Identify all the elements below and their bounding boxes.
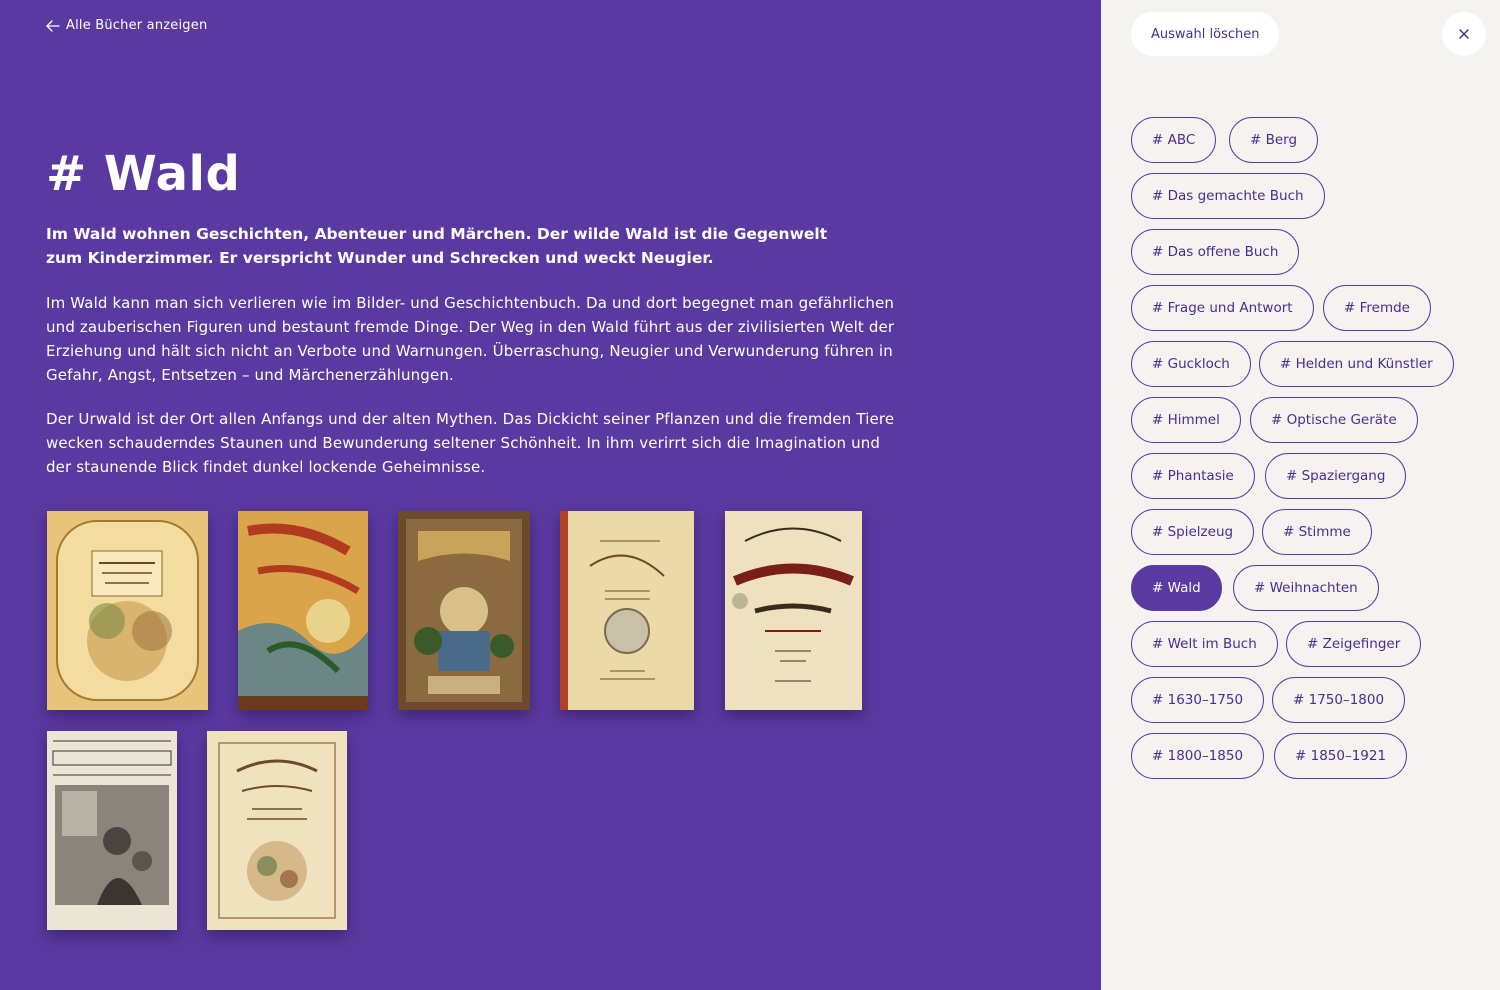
arrow-left-icon bbox=[46, 19, 60, 32]
book-cover-2[interactable] bbox=[238, 511, 368, 710]
book-cover-illustration bbox=[560, 511, 694, 710]
tag-spaziergang[interactable]: # Spaziergang bbox=[1265, 453, 1407, 499]
book-cover-illustration bbox=[238, 511, 368, 710]
tag-guckloch[interactable]: # Guckloch bbox=[1131, 341, 1251, 387]
tag-zeigefinger[interactable]: # Zeigefinger bbox=[1286, 621, 1422, 667]
tag-stimme[interactable]: # Stimme bbox=[1262, 509, 1372, 555]
page-lead: Im Wald wohnen Geschichten, Abenteuer un… bbox=[46, 225, 828, 267]
tag-1750-1800[interactable]: # 1750–1800 bbox=[1272, 677, 1406, 723]
book-cover-5[interactable] bbox=[725, 511, 862, 710]
book-cover-illustration bbox=[47, 511, 208, 710]
book-cover-illustration bbox=[47, 731, 177, 930]
book-cover-1[interactable] bbox=[47, 511, 208, 710]
tag-welt-im-buch[interactable]: # Welt im Buch bbox=[1131, 621, 1278, 667]
page-paragraph-2: Der Urwald ist der Ort allen Anfangs und… bbox=[46, 410, 895, 476]
page-title: # Wald bbox=[46, 146, 241, 202]
book-cover-6[interactable] bbox=[47, 731, 177, 930]
tag-weihnachten[interactable]: # Weihnachten bbox=[1233, 565, 1379, 611]
close-button[interactable] bbox=[1442, 12, 1486, 56]
tag-wald[interactable]: # Wald bbox=[1131, 565, 1222, 611]
tag-1850-1921[interactable]: # 1850–1921 bbox=[1274, 733, 1408, 779]
tag-helden-und-kuenstler[interactable]: # Helden und Künstler bbox=[1259, 341, 1454, 387]
page-paragraph-1: Im Wald kann man sich verlieren wie im B… bbox=[46, 294, 895, 384]
back-link-label: Alle Bücher anzeigen bbox=[66, 18, 208, 33]
back-link[interactable]: Alle Bücher anzeigen bbox=[46, 18, 207, 33]
tag-optische-geraete[interactable]: # Optische Geräte bbox=[1250, 397, 1418, 443]
tag-frage-und-antwort[interactable]: # Frage und Antwort bbox=[1131, 285, 1314, 331]
tag-sidebar: Auswahl löschen # ABC # Berg # Das gemac… bbox=[1101, 0, 1500, 990]
tag-1800-1850[interactable]: # 1800–1850 bbox=[1131, 733, 1265, 779]
close-icon bbox=[1459, 29, 1469, 39]
book-cover-3[interactable] bbox=[398, 511, 530, 710]
clear-selection-button[interactable]: Auswahl löschen bbox=[1131, 12, 1280, 56]
tag-fremde[interactable]: # Fremde bbox=[1323, 285, 1431, 331]
book-cover-illustration bbox=[398, 511, 530, 710]
book-cover-illustration bbox=[207, 731, 347, 930]
book-cover-7[interactable] bbox=[207, 731, 347, 930]
tag-das-gemachte-buch[interactable]: # Das gemachte Buch bbox=[1131, 173, 1325, 219]
book-cover-4[interactable] bbox=[560, 511, 694, 710]
book-cover-illustration bbox=[725, 511, 862, 710]
tag-phantasie[interactable]: # Phantasie bbox=[1131, 453, 1255, 499]
main-panel: Alle Bücher anzeigen # Wald Im Wald wohn… bbox=[0, 0, 1101, 990]
tag-abc[interactable]: # ABC bbox=[1131, 117, 1217, 163]
tag-spielzeug[interactable]: # Spielzeug bbox=[1131, 509, 1255, 555]
tag-1630-1750[interactable]: # 1630–1750 bbox=[1131, 677, 1265, 723]
tag-das-offene-buch[interactable]: # Das offene Buch bbox=[1131, 229, 1300, 275]
tag-himmel[interactable]: # Himmel bbox=[1131, 397, 1241, 443]
tag-berg[interactable]: # Berg bbox=[1229, 117, 1319, 163]
